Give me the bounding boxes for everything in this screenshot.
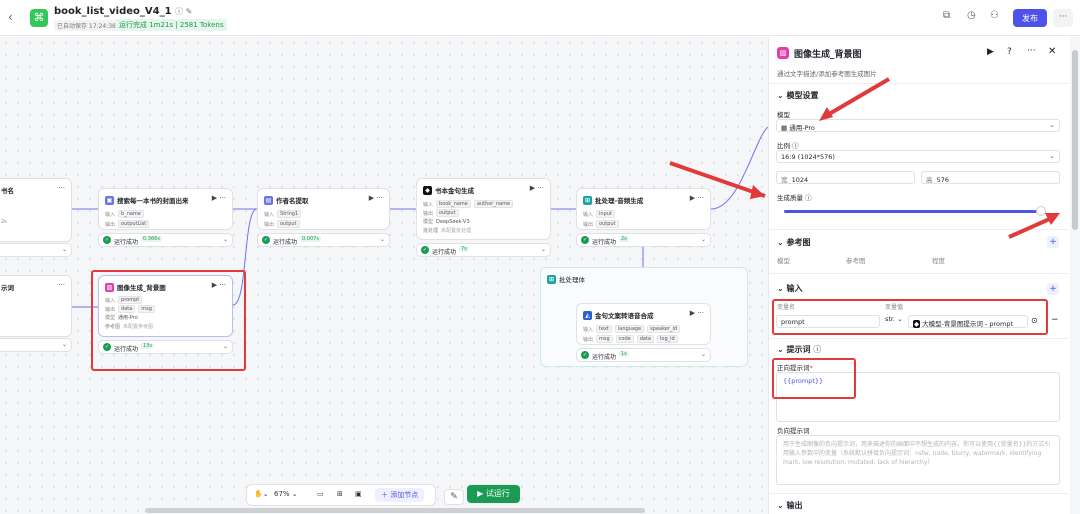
node-actions-icon[interactable]: ▶ ··· [690, 309, 704, 317]
comment-icon[interactable]: ▭ [317, 490, 324, 498]
autosave-status: 已自动保存 17:24:38 [54, 20, 119, 31]
top-bar: ‹ ⌘ book_list_video_V4_1 ⓘ ✎ 已自动保存 17:24… [0, 0, 1080, 36]
success-check-icon: ✓ [421, 246, 429, 254]
run-result-search-cover[interactable]: ✓ 运行成功 0.366s ⌄ [98, 233, 233, 247]
annotation-arrows [669, 161, 766, 199]
node-author-extract[interactable]: ▤ 作者名提取 ▶ ··· 输入 String1 输出 output [257, 188, 390, 230]
partial-node-book-name[interactable]: 书名 ··· 2s [0, 178, 72, 242]
workflow-title: book_list_video_V4_1 ⓘ ✎ [54, 6, 193, 17]
run-result-tts[interactable]: ✓ 运行成功 1s ⌄ [576, 348, 711, 362]
success-check-icon: ✓ [581, 236, 589, 244]
chevron-down-icon[interactable]: ⌄ [62, 341, 67, 348]
node-config-panel: ▧ 图像生成_背景图 ▶ ? ··· ✕ 通过文字描述/添加参考图生成图片 ⌄ … [768, 37, 1068, 514]
users-icon[interactable]: ⚇ [990, 10, 999, 21]
canvas-toolbar: ✋⌄ 67% ⌄ ▭ ⊞ ▣ ＋ 添加节点 [246, 484, 436, 506]
llm-icon: ◆ [423, 185, 432, 195]
success-check-icon: ✓ [262, 236, 270, 244]
chevron-down-icon[interactable]: ⌄ [223, 343, 228, 350]
node-bg-image[interactable]: ▧ 图像生成_背景图 ▶ ··· 输入 prompt 输出 data msg 模型 通用-… [98, 275, 233, 337]
node-tts[interactable]: ◭ 金句文案转语音合成 ▶ ··· 输入 text language speaker_i… [576, 303, 711, 345]
run-status-badge: 运行完成 1m21s | 2581 Tokens [115, 19, 228, 31]
chevron-down-icon[interactable]: ⌄ [541, 246, 546, 253]
workflow-canvas[interactable]: 书名 ··· 2s ⌄ 示词 ··· ⌄ ▣ 搜索每一本书的封面出来 ▶ ··· … [0, 37, 768, 514]
zoom-select[interactable]: 67% ⌄ [274, 490, 298, 498]
partial-node-prompt[interactable]: 示词 ··· [0, 275, 72, 337]
chevron-down-icon[interactable]: ⌄ [380, 236, 385, 243]
panel-annotation-arrows [819, 77, 1060, 239]
node-actions-icon[interactable]: ··· [58, 184, 65, 192]
audio-icon: ◭ [583, 310, 592, 320]
node-quote-generation[interactable]: ◆ 书本金句生成 ▶ ··· 输入 book_name author_name 输出 o… [416, 178, 551, 240]
chevron-down-icon[interactable]: ⌄ [701, 351, 706, 358]
history-icon[interactable]: ◷ [967, 10, 976, 21]
panel-scrollbar-thumb[interactable] [1072, 50, 1078, 230]
test-run-button[interactable]: ▶ 试运行 [467, 485, 520, 503]
node-title: 示词 [1, 284, 14, 292]
partial-run-bar[interactable]: ⌄ [0, 243, 72, 257]
node-search-cover[interactable]: ▣ 搜索每一本书的封面出来 ▶ ··· 输入 b_name 输出 outputList [98, 188, 233, 230]
copy-icon[interactable]: ⧉ [943, 10, 950, 21]
add-node-button[interactable]: ＋ 添加节点 [375, 488, 425, 502]
success-check-icon: ✓ [103, 343, 111, 351]
app-logo-icon: ⌘ [30, 9, 48, 27]
chevron-down-icon[interactable]: ⌄ [223, 236, 228, 243]
success-check-icon: ✓ [581, 351, 589, 359]
info-icon[interactable]: ⓘ ✎ [175, 7, 192, 16]
more-menu-button[interactable]: ··· [1053, 9, 1073, 27]
batch-icon: ⊞ [583, 195, 592, 205]
node-actions-icon[interactable]: ▶ ··· [212, 281, 226, 289]
node-actions-icon[interactable]: ▶ ··· [369, 194, 383, 202]
pointer-icon[interactable]: ✋⌄ [254, 490, 269, 498]
grid-icon[interactable]: ⊞ [337, 490, 343, 498]
partial-run-bar[interactable]: ⌄ [0, 338, 72, 352]
code-icon: ▤ [264, 195, 273, 205]
canvas-horizontal-scrollbar[interactable] [145, 508, 645, 513]
debug-icon[interactable]: ✎ [444, 489, 464, 505]
chevron-down-icon[interactable]: ⌄ [62, 246, 67, 253]
run-result-bg-image[interactable]: ✓ 运行成功 13s ⌄ [98, 340, 233, 354]
node-title: 书名 [1, 187, 14, 195]
plugin-icon: ▣ [105, 195, 114, 205]
minimap-icon[interactable]: ▣ [355, 490, 362, 498]
run-result-author[interactable]: ✓ 运行成功 0.007s ⌄ [257, 233, 390, 247]
node-actions-icon[interactable]: ··· [58, 281, 65, 289]
node-actions-icon[interactable]: ▶ ··· [212, 194, 226, 202]
back-arrow-icon[interactable]: ‹ [8, 10, 13, 24]
image-gen-icon: ▧ [105, 282, 114, 292]
run-result-quote[interactable]: ✓ 运行成功 7s ⌄ [416, 243, 551, 257]
success-check-icon: ✓ [103, 236, 111, 244]
publish-button[interactable]: 发布 [1013, 9, 1047, 27]
node-actions-icon[interactable]: ▶ ··· [530, 184, 544, 192]
batch-body-icon: ⊞ [547, 274, 556, 284]
